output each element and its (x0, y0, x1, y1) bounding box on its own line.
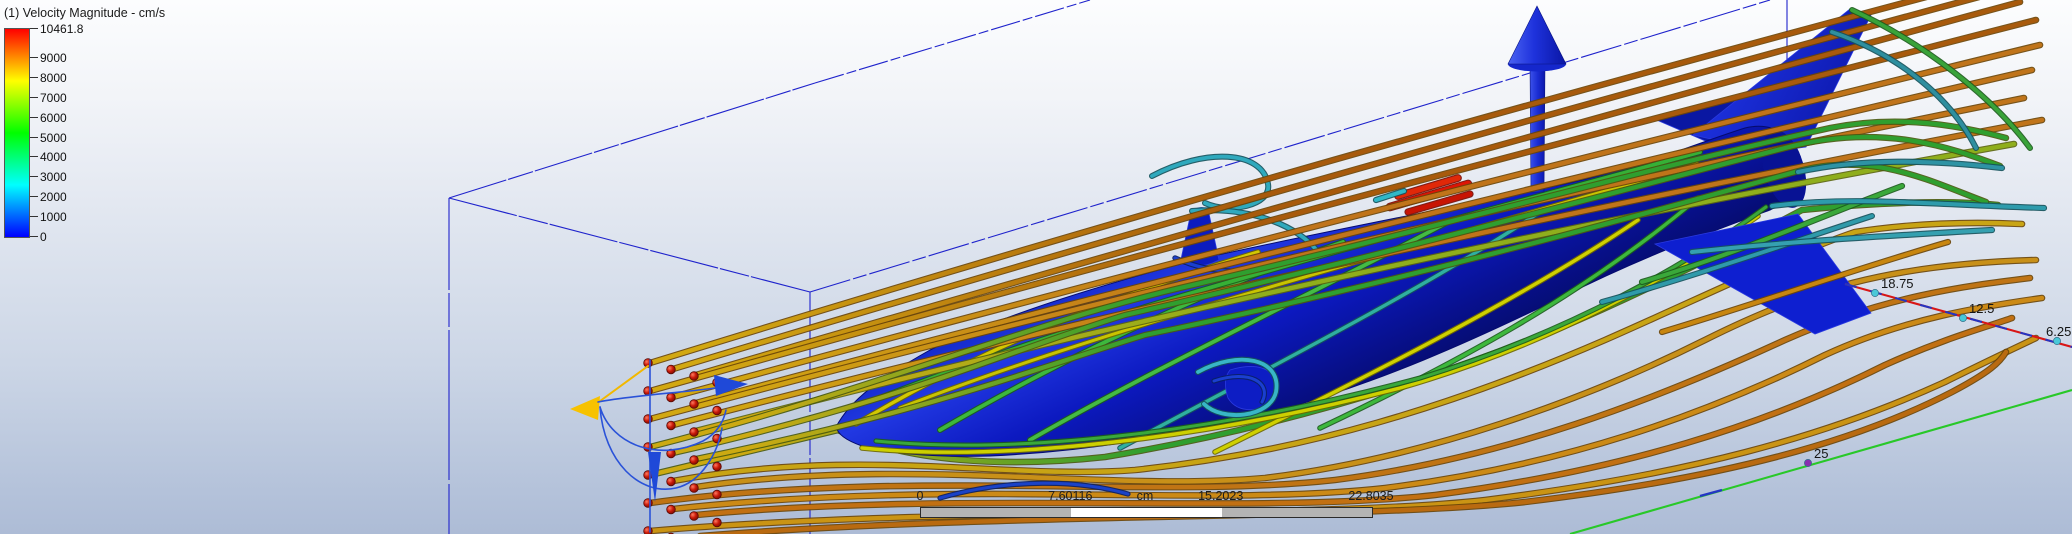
streamline-seed-point (713, 490, 722, 499)
colorbar-tick-label-line (30, 196, 38, 197)
streamline-seed-point (690, 372, 699, 381)
colorbar[interactable] (4, 28, 30, 238)
streamline-seed-point (713, 462, 722, 471)
scale-bar-value: 15.2023 (1198, 489, 1243, 503)
ruler-tick (1804, 459, 1811, 466)
streamline-seed-point (690, 512, 699, 521)
ruler-tick-label: 25 (1814, 446, 1828, 461)
colorbar-tick-label: 8000 (40, 71, 67, 85)
colorbar-tick-label: 7000 (40, 91, 67, 105)
scale-bar-segment (1071, 508, 1221, 517)
colorbar-tick-label-line (30, 137, 38, 138)
ruler-tick (1871, 289, 1878, 296)
ruler-axis-bottom: 25 (1570, 390, 2072, 534)
streamline-seed-point (690, 456, 699, 465)
colorbar-tick-label: 6000 (40, 111, 67, 125)
scale-bar-segment (1222, 508, 1372, 517)
colorbar-tick-label: 0 (40, 230, 47, 244)
scale-bar-value: 7.60116 (1048, 489, 1092, 503)
scale-bar-segment (921, 508, 1071, 517)
colorbar-tick-label: 1000 (40, 210, 67, 224)
colorbar-wrap: 10461.8900080007000600050004000300020001… (4, 28, 30, 238)
colorbar-tick-label: 9000 (40, 51, 67, 65)
ruler-tick-label: 18.75 (1881, 276, 1914, 291)
scale-bar-value: 22.8035 (1348, 489, 1393, 503)
legend-panel: (1) Velocity Magnitude - cm/s 10461.8900… (4, 6, 165, 20)
streamline-seed-point (644, 387, 653, 396)
streamline-seed-point (690, 484, 699, 493)
flow-simulation-viewport: 18.75 12.5 6.25 25 (1) Velocity Magnitude -… (0, 0, 2072, 534)
streamline-seed-point (667, 421, 676, 430)
colorbar-tick-label: 4000 (40, 150, 67, 164)
colorbar-tick-label-line (30, 97, 38, 98)
colorbar-tick-label-line (30, 156, 38, 157)
legend-title: (1) Velocity Magnitude - cm/s (4, 6, 165, 20)
scale-bar-unit: cm (1137, 489, 1154, 503)
scene-svg[interactable]: 18.75 12.5 6.25 25 (0, 0, 2072, 534)
colorbar-tick-label-line (30, 77, 38, 78)
streamline-seed-point (667, 505, 676, 514)
streamline-seed-point (713, 406, 722, 415)
colorbar-max-label: 10461.8 (40, 22, 83, 36)
ruler-tick (1959, 314, 1966, 321)
streamline-seed-point (644, 415, 653, 424)
colorbar-max-label-line (30, 28, 38, 29)
streamline-seed-point (690, 428, 699, 437)
streamline-seed-point (667, 365, 676, 374)
streamline-seed-point (667, 477, 676, 486)
scale-bar-value: 0 (917, 489, 924, 503)
streamline-seed-point (713, 518, 722, 527)
colorbar-tick-label: 3000 (40, 170, 67, 184)
streamline-seed-point (644, 527, 653, 534)
colorbar-tick-label-line (30, 57, 38, 58)
ruler-tick-label: 12.5 (1969, 301, 1994, 316)
colorbar-tick-label-line (30, 216, 38, 217)
ruler-tick-label: 6.25 (2046, 324, 2071, 339)
streamline-seed-point (644, 499, 653, 508)
colorbar-tick-label: 2000 (40, 190, 67, 204)
streamline-seed-point (690, 400, 699, 409)
colorbar-tick-label-line (30, 236, 38, 237)
streamline-seed-point (667, 393, 676, 402)
colorbar-tick-label-line (30, 117, 38, 118)
scale-bar (920, 507, 1373, 518)
colorbar-tick-label-line (30, 176, 38, 177)
colorbar-tick-label: 5000 (40, 131, 67, 145)
